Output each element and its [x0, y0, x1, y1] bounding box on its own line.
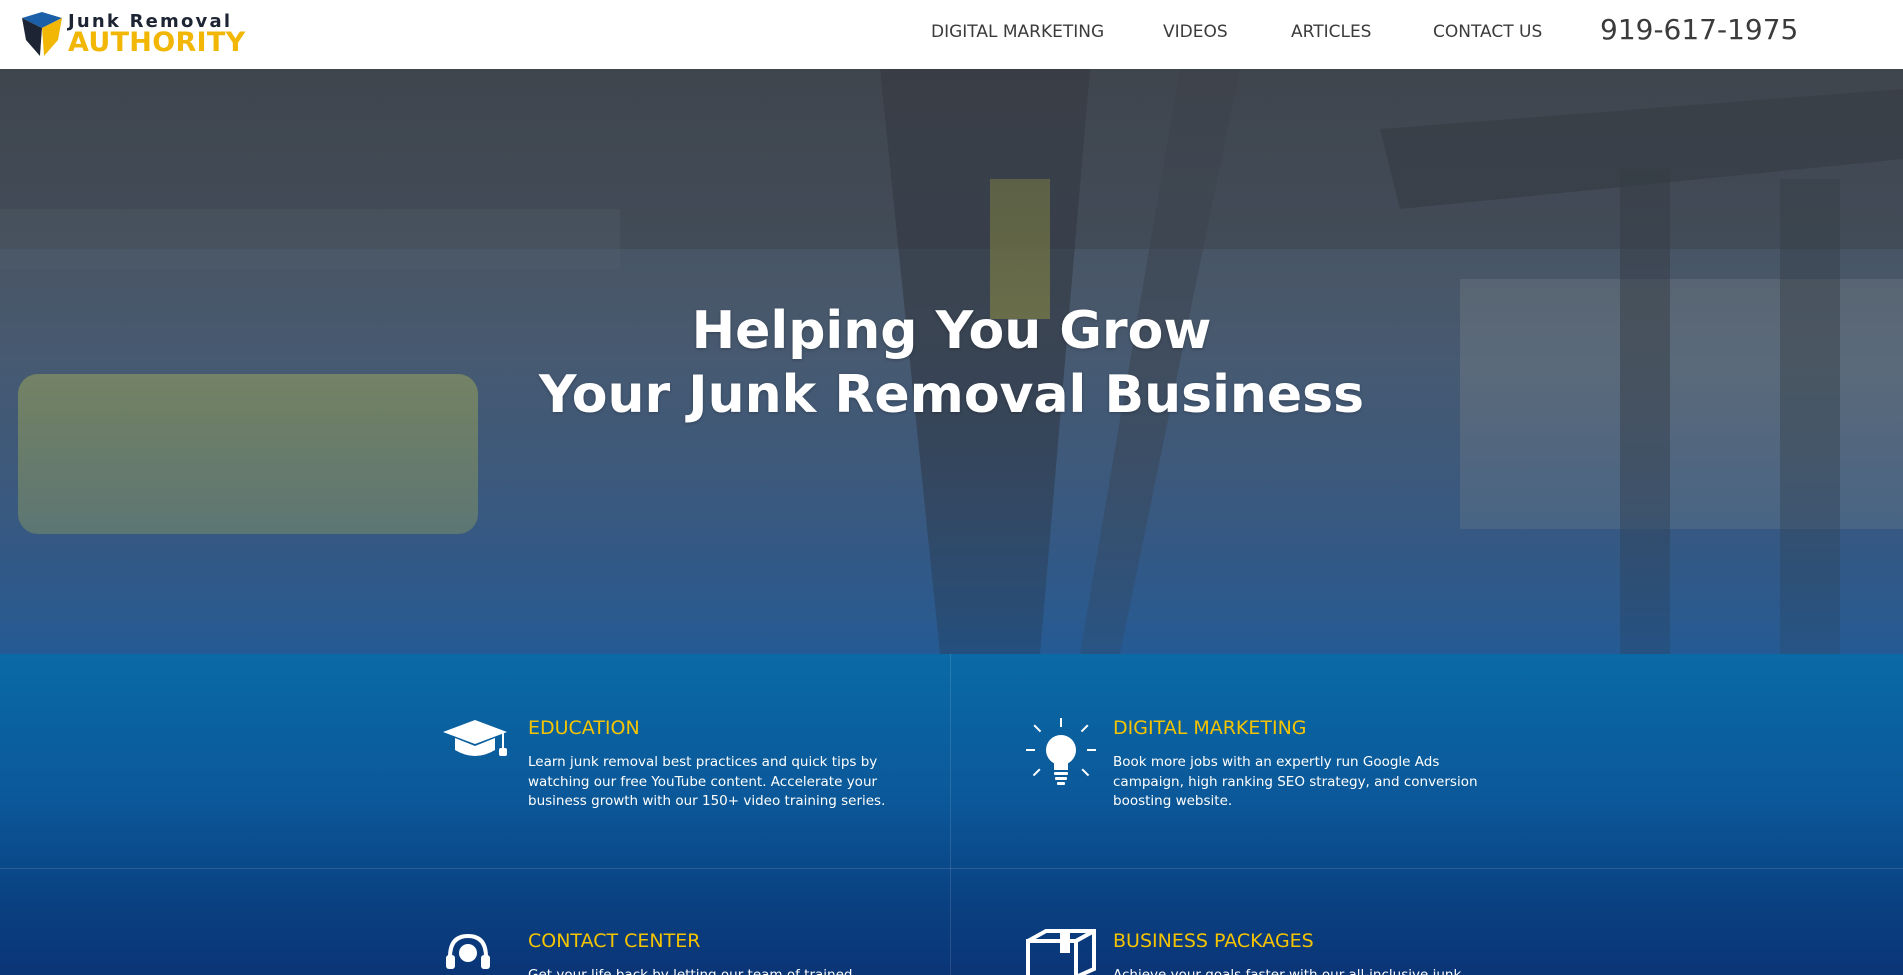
- nav-articles[interactable]: ARTICLES: [1291, 22, 1371, 42]
- service-title-digital-marketing[interactable]: DIGITAL MARKETING: [1113, 716, 1307, 740]
- service-desc-digital-marketing: Book more jobs with an expertly run Goog…: [1113, 754, 1478, 809]
- package-box-icon: [1026, 929, 1096, 975]
- service-desc-education: Learn junk removal best practices and qu…: [528, 754, 886, 809]
- service-desc-business-packages: Achieve your goals faster with our all-i…: [1113, 967, 1462, 975]
- services-vertical-divider: [950, 654, 951, 975]
- shield-logo-icon: [22, 12, 62, 56]
- service-desc-contact-center: Get your life back by letting our team o…: [528, 967, 853, 975]
- hero-heading-line-1: Helping You Grow: [691, 301, 1212, 361]
- nav-videos[interactable]: VIDEOS: [1163, 22, 1228, 42]
- site-header: Junk Removal AUTHORITY DIGITAL MARKETING…: [0, 0, 1903, 69]
- services-horizontal-divider: [0, 868, 1903, 869]
- hero-heading-line-2: Your Junk Removal Business: [538, 365, 1365, 425]
- service-title-business-packages[interactable]: BUSINESS PACKAGES: [1113, 929, 1314, 953]
- site-logo[interactable]: Junk Removal AUTHORITY: [20, 12, 245, 58]
- hero-section: Helping You Grow Your Junk Removal Busin…: [0, 69, 1903, 654]
- logo-line-2: AUTHORITY: [68, 27, 246, 58]
- nav-contact-us[interactable]: CONTACT US: [1433, 22, 1542, 42]
- services-section: EDUCATION Learn junk removal best practi…: [0, 654, 1903, 975]
- hero-heading: Helping You Grow Your Junk Removal Busin…: [0, 299, 1903, 427]
- service-title-education[interactable]: EDUCATION: [528, 716, 640, 740]
- nav-digital-marketing[interactable]: DIGITAL MARKETING: [931, 22, 1104, 42]
- graduation-cap-icon: [443, 720, 507, 756]
- lightbulb-icon: [1026, 718, 1096, 785]
- service-title-contact-center[interactable]: CONTACT CENTER: [528, 929, 700, 953]
- phone-number-link[interactable]: 919-617-1975: [1600, 14, 1798, 46]
- headset-icon: [446, 933, 490, 969]
